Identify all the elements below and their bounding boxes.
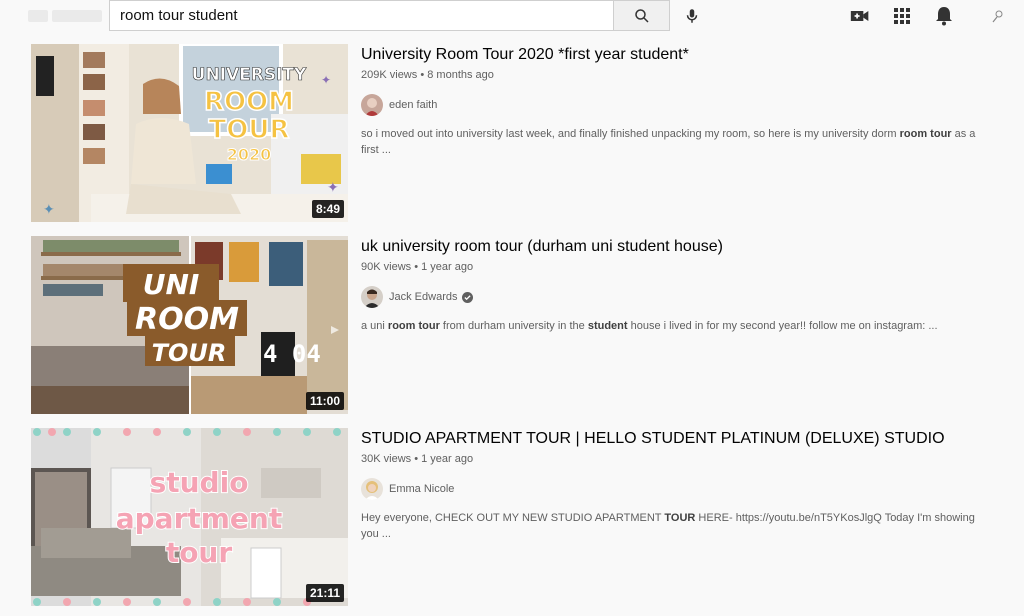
video-duration: 11:00 <box>305 392 344 410</box>
apps-grid-icon <box>894 8 910 24</box>
description-text: so i moved out into university last week… <box>361 128 900 140</box>
video-thumbnail[interactable]: studio apartment tour 21:11 <box>31 428 348 606</box>
svg-text:✦: ✦ <box>327 179 339 195</box>
thumbnail-text: ROOM <box>135 302 239 337</box>
search-input[interactable] <box>110 1 614 30</box>
thumbnail-text: apartment <box>116 502 283 535</box>
avatar[interactable] <box>361 286 383 308</box>
video-result[interactable]: UNI ROOM TOUR 4 04 11:00 uk university r… <box>31 236 1011 414</box>
create-button[interactable] <box>848 4 872 28</box>
channel: Emma Nicole <box>361 478 1001 500</box>
upload-age: 1 year ago <box>421 453 474 465</box>
video-title[interactable]: uk university room tour (durham uni stud… <box>361 236 1001 258</box>
search-button[interactable] <box>613 0 670 31</box>
highlighted-term: room tour <box>899 128 952 140</box>
video-duration: 21:11 <box>305 584 344 602</box>
description-text: house i lived in for my second year!! fo… <box>627 320 938 332</box>
masthead <box>0 0 1024 36</box>
video-result[interactable]: studio apartment tour 21:11 STUDIO APART… <box>31 428 1011 606</box>
view-count: 209K views <box>361 69 418 81</box>
svg-text:✦: ✦ <box>43 201 55 217</box>
thumbnail-text: ROOM <box>204 87 294 117</box>
video-title[interactable]: STUDIO APARTMENT TOUR | HELLO STUDENT PL… <box>361 428 1001 450</box>
logo[interactable] <box>28 8 104 24</box>
thumbnail-text: tour <box>166 536 233 569</box>
view-count: 90K views <box>361 261 412 273</box>
verified-check-icon <box>462 291 474 303</box>
account-icon <box>992 10 1003 23</box>
thumbnail-text: 4 04 <box>263 340 321 368</box>
highlighted-term: TOUR <box>664 512 696 524</box>
highlighted-term: room tour <box>387 320 440 332</box>
video-info: STUDIO APARTMENT TOUR | HELLO STUDENT PL… <box>361 428 1001 542</box>
channel-name[interactable]: Emma Nicole <box>389 483 454 495</box>
thumbnail-text: studio <box>150 466 249 499</box>
highlighted-term: student <box>587 320 628 332</box>
search-box[interactable] <box>109 0 614 31</box>
voice-search-button[interactable] <box>678 2 706 30</box>
thumbnail-text: UNIVERSITY <box>192 65 307 85</box>
bell-icon <box>936 7 952 26</box>
video-thumbnail[interactable]: UNI ROOM TOUR 4 04 11:00 <box>31 236 348 414</box>
thumbnail-text: TOUR <box>209 115 290 145</box>
channel: Jack Edwards <box>361 286 1001 308</box>
video-title[interactable]: University Room Tour 2020 *first year st… <box>361 44 1001 66</box>
microphone-icon <box>686 9 698 23</box>
video-description: so i moved out into university last week… <box>361 126 981 158</box>
description-text: Hey everyone, CHECK OUT MY NEW STUDIO AP… <box>361 512 665 524</box>
channel-name[interactable]: eden faith <box>389 99 437 111</box>
video-duration: 8:49 <box>311 200 344 218</box>
notifications-button[interactable] <box>932 4 956 28</box>
video-info: University Room Tour 2020 *first year st… <box>361 44 1001 158</box>
video-meta: 209K views • 8 months ago <box>361 69 494 81</box>
video-description: a uni room tour from durham university i… <box>361 318 981 334</box>
video-info: uk university room tour (durham uni stud… <box>361 236 1001 334</box>
thumbnail-text: 2020 <box>227 145 272 164</box>
search-icon <box>634 8 649 23</box>
video-camera-plus-icon <box>850 11 869 21</box>
apps-button[interactable] <box>890 4 914 28</box>
view-count: 30K views <box>361 453 412 465</box>
description-text: a uni <box>361 320 388 332</box>
avatar[interactable] <box>361 478 383 500</box>
channel-name[interactable]: Jack Edwards <box>389 291 457 303</box>
description-text: from durham university in the <box>439 320 588 332</box>
thumbnail-text: TOUR <box>152 339 227 367</box>
video-result[interactable]: UNIVERSITY ROOM TOUR 2020 ✦ ✦ ✦ 8:49 Uni… <box>31 44 1011 222</box>
upload-age: 1 year ago <box>421 261 474 273</box>
video-meta: 90K views • 1 year ago <box>361 261 474 273</box>
svg-text:✦: ✦ <box>321 73 331 87</box>
channel: eden faith <box>361 94 1001 116</box>
video-description: Hey everyone, CHECK OUT MY NEW STUDIO AP… <box>361 510 981 542</box>
avatar[interactable] <box>361 94 383 116</box>
video-meta: 30K views • 1 year ago <box>361 453 474 465</box>
upload-age: 8 months ago <box>427 69 494 81</box>
account-button[interactable] <box>986 4 1010 28</box>
thumbnail-text: UNI <box>143 268 200 301</box>
video-thumbnail[interactable]: UNIVERSITY ROOM TOUR 2020 ✦ ✦ ✦ 8:49 <box>31 44 348 222</box>
